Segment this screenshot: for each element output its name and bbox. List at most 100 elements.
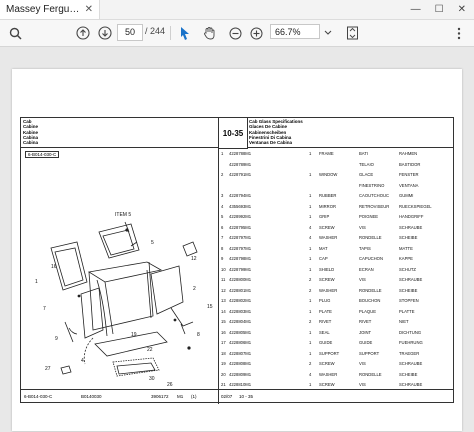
parts-cell: 4228808M1 bbox=[229, 361, 252, 366]
footer-part: 3906172 bbox=[151, 393, 169, 399]
parts-cell: 4228809M1 bbox=[229, 371, 252, 377]
more-options-icon[interactable] bbox=[451, 24, 467, 42]
parts-sheet: Cab Cabine Kabine Cabina Cabina 10-35 Ca… bbox=[20, 117, 454, 404]
parts-cell: RONDELLE bbox=[359, 287, 382, 293]
parts-cell: 4228789M1 bbox=[229, 161, 252, 167]
parts-cell: 11 bbox=[221, 277, 226, 282]
svg-text:9: 9 bbox=[55, 336, 58, 342]
parts-cell: 4228805M1 bbox=[229, 329, 252, 335]
previous-page-icon[interactable] bbox=[74, 24, 92, 42]
document-tab[interactable]: Massey Ferguson ... ✕ bbox=[0, 0, 100, 19]
hand-tool-icon[interactable] bbox=[200, 24, 218, 42]
parts-cell: 4 bbox=[309, 224, 312, 230]
zoom-level-input[interactable]: 66.7% bbox=[270, 24, 320, 39]
parts-row: 4 4355693M1 1 MIRROR RETROVISEUR RUECKSPIEGEL bbox=[219, 203, 453, 213]
footer-page: 10 - 35 bbox=[239, 393, 254, 399]
minimize-button[interactable]: — bbox=[411, 4, 421, 15]
pdf-page: Cab Cabine Kabine Cabina Cabina 10-35 Ca… bbox=[12, 69, 462, 431]
parts-cell: SUPPORT bbox=[319, 350, 340, 356]
parts-cell: 2 bbox=[309, 319, 312, 324]
zoom-dropdown-chevron-icon[interactable] bbox=[323, 24, 333, 42]
parts-row: 15 4228804M1 2 RIVET RIVET NIET bbox=[219, 318, 453, 328]
parts-cell: WASHER bbox=[319, 371, 338, 377]
parts-cell: 12 bbox=[221, 287, 226, 293]
svg-text:19: 19 bbox=[131, 332, 137, 338]
svg-text:22: 22 bbox=[147, 347, 153, 353]
parts-cell: ECRAN bbox=[359, 266, 374, 272]
svg-text:4: 4 bbox=[81, 358, 84, 364]
parts-cell: 1 bbox=[309, 151, 312, 156]
parts-cell: 2 bbox=[309, 287, 312, 293]
svg-text:15: 15 bbox=[207, 304, 213, 310]
parts-cell: 2 bbox=[309, 277, 312, 282]
parts-cell: 1 bbox=[309, 308, 312, 314]
parts-cell: 14 bbox=[221, 308, 226, 314]
parts-cell: SCHRAUBE bbox=[399, 277, 423, 282]
parts-row: 20 4228809M1 4 WASHER RONDELLE SCHEIBE bbox=[219, 371, 453, 381]
svg-text:27: 27 bbox=[45, 366, 51, 372]
parts-cell: 17 bbox=[221, 340, 226, 345]
parts-cell: 4 bbox=[309, 235, 312, 240]
parts-cell: 21 bbox=[221, 382, 226, 387]
parts-row: 17 4228806M1 1 GUIDE GUIDE FUEHRUNG bbox=[219, 339, 453, 349]
parts-row: 5 4228992M1 1 GRIP POIGNEE HANDGRIFF bbox=[219, 213, 453, 223]
parts-cell: VENTANA bbox=[399, 182, 419, 188]
window-controls: — ☐ ✕ bbox=[411, 4, 474, 15]
close-window-button[interactable]: ✕ bbox=[458, 4, 466, 15]
tab-title: Massey Ferguson ... bbox=[6, 4, 81, 15]
parts-cell: VIS bbox=[359, 277, 366, 282]
next-page-icon[interactable] bbox=[96, 24, 114, 42]
parts-row: 18 4228807M1 1 SUPPORT SUPPORT TRAEGER bbox=[219, 350, 453, 360]
parts-cell: RETROVISEUR bbox=[359, 203, 390, 209]
close-tab-icon[interactable]: ✕ bbox=[85, 4, 93, 15]
parts-cell: 4228797M1 bbox=[229, 245, 252, 251]
parts-row: 4228789M1 TELAIO BASTIDOR bbox=[219, 161, 453, 171]
parts-cell: 4 bbox=[309, 371, 312, 377]
search-icon[interactable] bbox=[6, 24, 24, 42]
parts-cell: FRAME bbox=[319, 151, 334, 156]
zoom-out-icon[interactable] bbox=[226, 24, 244, 42]
fit-page-icon[interactable] bbox=[343, 24, 361, 42]
parts-cell: STOPFEN bbox=[399, 298, 419, 303]
parts-cell: JOINT bbox=[359, 329, 372, 335]
parts-cell: CAOUTCHOUC bbox=[359, 193, 390, 198]
parts-cell: 4228799M1 bbox=[229, 266, 252, 272]
parts-list: 1 4228788M1 1 FRAME BATI RAHMEN 4228789M1 TELAI… bbox=[219, 148, 453, 392]
page-number-input[interactable]: 50 bbox=[117, 24, 143, 41]
parts-cell: 4228798M1 bbox=[229, 256, 252, 261]
parts-cell: 1 bbox=[309, 340, 312, 345]
svg-text:8: 8 bbox=[197, 332, 200, 338]
parts-cell: POIGNEE bbox=[359, 214, 379, 219]
parts-cell: GUIDE bbox=[359, 340, 373, 345]
parts-cell: 8 bbox=[221, 245, 224, 251]
parts-cell: FENSTER bbox=[399, 172, 419, 177]
parts-cell: 1 bbox=[309, 266, 312, 272]
svg-text:2: 2 bbox=[193, 286, 196, 292]
document-viewport[interactable]: Cab Cabine Kabine Cabina Cabina 10-35 Ca… bbox=[0, 47, 474, 432]
parts-cell: HANDGRIFF bbox=[399, 214, 424, 219]
parts-cell: GUMMI bbox=[399, 193, 414, 198]
parts-cell: 4228795M1 bbox=[229, 224, 252, 230]
parts-cell: 1 bbox=[309, 193, 312, 198]
parts-cell: SCHRAUBE bbox=[399, 382, 423, 387]
parts-cell: WASHER bbox=[319, 287, 338, 293]
parts-cell: TELAIO bbox=[359, 161, 374, 167]
parts-cell: 15 bbox=[221, 319, 226, 324]
select-cursor-icon[interactable] bbox=[177, 24, 193, 42]
section-title-block: Cab Cabine Kabine Cabina Cabina bbox=[21, 118, 219, 148]
parts-cell: 1 bbox=[309, 256, 312, 261]
cab-drawing: ITEM 5 1 7 12 2 15 8 9 4 27 26 30 19 22 16 5 bbox=[35, 212, 213, 388]
parts-cell: 1 bbox=[221, 151, 224, 156]
parts-cell: 1 bbox=[309, 172, 312, 177]
maximize-button[interactable]: ☐ bbox=[435, 4, 444, 15]
parts-cell: SEAL bbox=[319, 329, 330, 335]
zoom-in-icon[interactable] bbox=[247, 24, 265, 42]
parts-cell: 1 bbox=[309, 298, 312, 303]
parts-cell: 1 bbox=[309, 203, 312, 209]
parts-row: 3 4228794M1 1 RUBBER CAOUTCHOUC GUMMI bbox=[219, 192, 453, 202]
parts-cell: 4 bbox=[221, 203, 224, 209]
section-number: 10-35 bbox=[219, 118, 248, 149]
parts-row: 12 4228801M1 2 WASHER RONDELLE SCHEIBE bbox=[219, 287, 453, 297]
parts-cell: GUIDE bbox=[319, 340, 333, 345]
parts-cell: 10 bbox=[221, 266, 226, 272]
